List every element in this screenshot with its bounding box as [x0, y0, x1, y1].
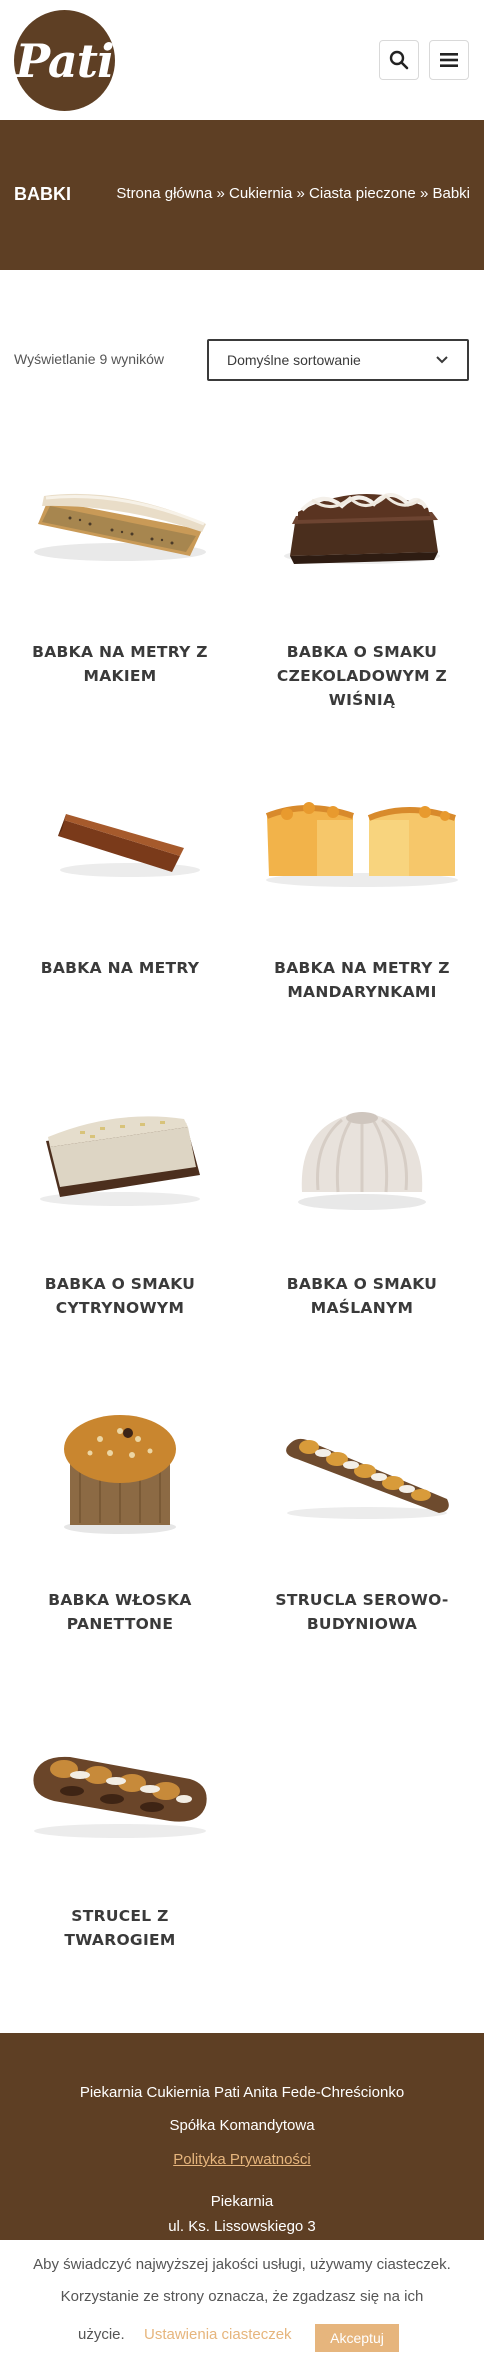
logo-text: Pati: [15, 33, 115, 88]
product-card[interactable]: BABKA NA METRY: [10, 736, 230, 980]
product-card[interactable]: STRUCEL Z TWAROGIEM: [10, 1684, 230, 1952]
product-name[interactable]: BABKA NA METRY Z MAKIEM: [10, 640, 230, 688]
cookie-text-line3: użycie.: [78, 2326, 125, 2343]
product-image[interactable]: [10, 420, 230, 620]
footer-privacy-wrap: Polityka Prywatności: [0, 2151, 484, 2168]
footer-address-title: Piekarnia: [210, 2193, 274, 2210]
cookie-text-line1: Aby świadczyć najwyższej jakości usługi,…: [33, 2256, 451, 2273]
search-icon: [389, 50, 409, 70]
breadcrumb-ciasta[interactable]: Ciasta pieczone: [309, 185, 416, 202]
product-image[interactable]: [252, 736, 472, 936]
product-image[interactable]: [252, 1368, 472, 1568]
page-title-bar: BABKI Strona główna » Cukiernia » Ciasta…: [0, 120, 484, 270]
footer-company-type: Spółka Komandytowa: [169, 2117, 315, 2134]
product-image[interactable]: [10, 1368, 230, 1568]
product-name[interactable]: STRUCLA SEROWO- BUDYNIOWA: [252, 1588, 472, 1636]
product-card[interactable]: BABKA O SMAKU CYTRYNOWYM: [10, 1052, 230, 1320]
breadcrumb-current: Babki: [432, 185, 470, 202]
breadcrumb-cukiernia[interactable]: Cukiernia: [229, 185, 292, 202]
breadcrumb: Strona główna » Cukiernia » Ciasta piecz…: [116, 185, 470, 202]
result-count: Wyświetlanie 9 wyników: [14, 351, 165, 367]
search-button[interactable]: [379, 40, 419, 80]
breadcrumb-separator: »: [296, 185, 305, 202]
product-image[interactable]: [252, 420, 472, 620]
cookie-settings-link[interactable]: Ustawienia ciasteczek: [144, 2326, 292, 2343]
product-card[interactable]: BABKA NA METRY Z MANDARYNKAMI: [252, 736, 472, 1004]
privacy-policy-link[interactable]: Polityka Prywatności: [173, 2151, 311, 2168]
breadcrumb-home[interactable]: Strona główna: [116, 185, 212, 202]
chevron-down-icon: [436, 356, 448, 364]
cookie-text-line2: Korzystanie ze strony oznacza, że zgadza…: [60, 2288, 424, 2305]
product-image[interactable]: [10, 1684, 230, 1884]
page-title: BABKI: [14, 184, 71, 204]
product-image[interactable]: [10, 736, 230, 936]
sort-selected-value: Domyślne sortowanie: [227, 352, 361, 368]
product-name[interactable]: STRUCEL Z TWAROGIEM: [10, 1904, 230, 1952]
cookie-banner: Aby świadczyć najwyższej jakości usługi,…: [0, 2240, 484, 2358]
product-card[interactable]: BABKA NA METRY Z MAKIEM: [10, 420, 230, 688]
hamburger-menu-icon: [440, 53, 458, 67]
product-name[interactable]: BABKA O SMAKU MAŚLANYM: [252, 1272, 472, 1320]
product-card[interactable]: BABKA O SMAKU MAŚLANYM: [252, 1052, 472, 1320]
sort-select[interactable]: Domyślne sortowanie: [207, 339, 469, 381]
cookie-accept-button[interactable]: Akceptuj: [315, 2324, 399, 2352]
product-image[interactable]: [252, 1052, 472, 1252]
site-logo[interactable]: Pati: [14, 10, 115, 111]
product-name[interactable]: BABKA NA METRY: [10, 956, 230, 980]
product-image[interactable]: [10, 1052, 230, 1252]
product-name[interactable]: BABKA O SMAKU CYTRYNOWYM: [10, 1272, 230, 1320]
breadcrumb-separator: »: [216, 185, 225, 202]
product-name[interactable]: BABKA O SMAKU CZEKOLADOWYM Z WIŚNIĄ: [252, 640, 472, 712]
product-name[interactable]: BABKA NA METRY Z MANDARYNKAMI: [252, 956, 472, 1004]
product-card[interactable]: BABKA O SMAKU CZEKOLADOWYM Z WIŚNIĄ: [252, 420, 472, 712]
cookie-settings-wrap: Ustawienia ciasteczek: [144, 2326, 304, 2343]
product-card[interactable]: BABKA WŁOSKA PANETTONE: [10, 1368, 230, 1636]
menu-button[interactable]: [429, 40, 469, 80]
site-header: Pati: [0, 0, 484, 120]
breadcrumb-separator: »: [419, 185, 429, 202]
product-name[interactable]: BABKA WŁOSKA PANETTONE: [10, 1588, 230, 1636]
product-card[interactable]: STRUCLA SEROWO- BUDYNIOWA: [252, 1368, 472, 1636]
footer-address-line: ul. Ks. Lissowskiego 3: [168, 2218, 316, 2235]
footer-company: Piekarnia Cukiernia Pati Anita Fede-Chre…: [79, 2084, 405, 2101]
